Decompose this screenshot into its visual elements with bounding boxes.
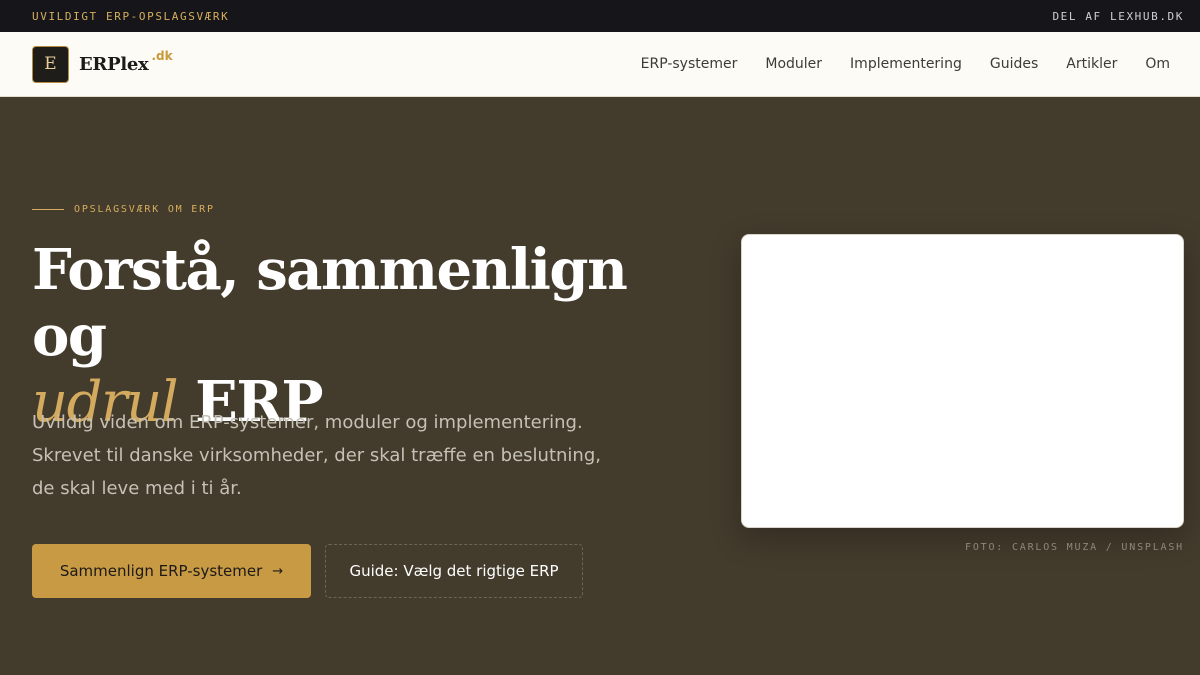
eyebrow-rule (32, 209, 64, 210)
hero-photo (741, 234, 1184, 528)
compare-erp-label: Sammenlign ERP-systemer (59, 562, 263, 580)
photo-credit: FOTO: CARLOS MUZA / UNSPLASH (965, 542, 1184, 553)
nav-item-implementering[interactable]: Implementering (850, 56, 962, 72)
main-nav: ERP-systemer Moduler Implementering Guid… (613, 56, 1170, 72)
network-link[interactable]: DEL AF LEXHUB.DK (1052, 10, 1184, 23)
nav-item-artikler[interactable]: Artikler (1066, 56, 1117, 72)
compare-erp-button[interactable]: Sammenlign ERP-systemer → (32, 544, 311, 598)
nav-item-erp-systemer[interactable]: ERP-systemer (641, 56, 738, 72)
hero-lede: Uvildig viden om ERP-systemer, moduler o… (32, 412, 601, 499)
nav-item-om[interactable]: Om (1145, 56, 1170, 72)
arrow-right-icon: → (272, 563, 284, 579)
hero-section: OPSLAGSVÆRK OM ERP Forstå, sammenlign og… (0, 97, 1200, 675)
brand-logo-link[interactable]: E ERPlex .dk (32, 45, 173, 83)
site-header: E ERPlex .dk ERP-systemer Moduler Implem… (0, 32, 1200, 97)
hero-eyebrow: OPSLAGSVÆRK OM ERP (32, 204, 215, 215)
top-banner: UVILDIGT ERP-OPSLAGSVÆRK DEL AF LEXHUB.D… (0, 0, 1200, 32)
brand-tld: .dk (151, 49, 173, 63)
logo-icon: E (32, 45, 69, 83)
headline-line1: Forstå, sammenlign og (32, 237, 628, 369)
nav-item-moduler[interactable]: Moduler (765, 56, 822, 72)
brand-name: ERPlex (79, 53, 149, 75)
tagline: UVILDIGT ERP-OPSLAGSVÆRK (32, 9, 230, 23)
eyebrow-text: OPSLAGSVÆRK OM ERP (74, 204, 215, 215)
guide-button[interactable]: Guide: Vælg det rigtige ERP (325, 544, 583, 598)
nav-item-guides[interactable]: Guides (990, 56, 1038, 72)
guide-label: Guide: Vælg det rigtige ERP (349, 562, 559, 580)
